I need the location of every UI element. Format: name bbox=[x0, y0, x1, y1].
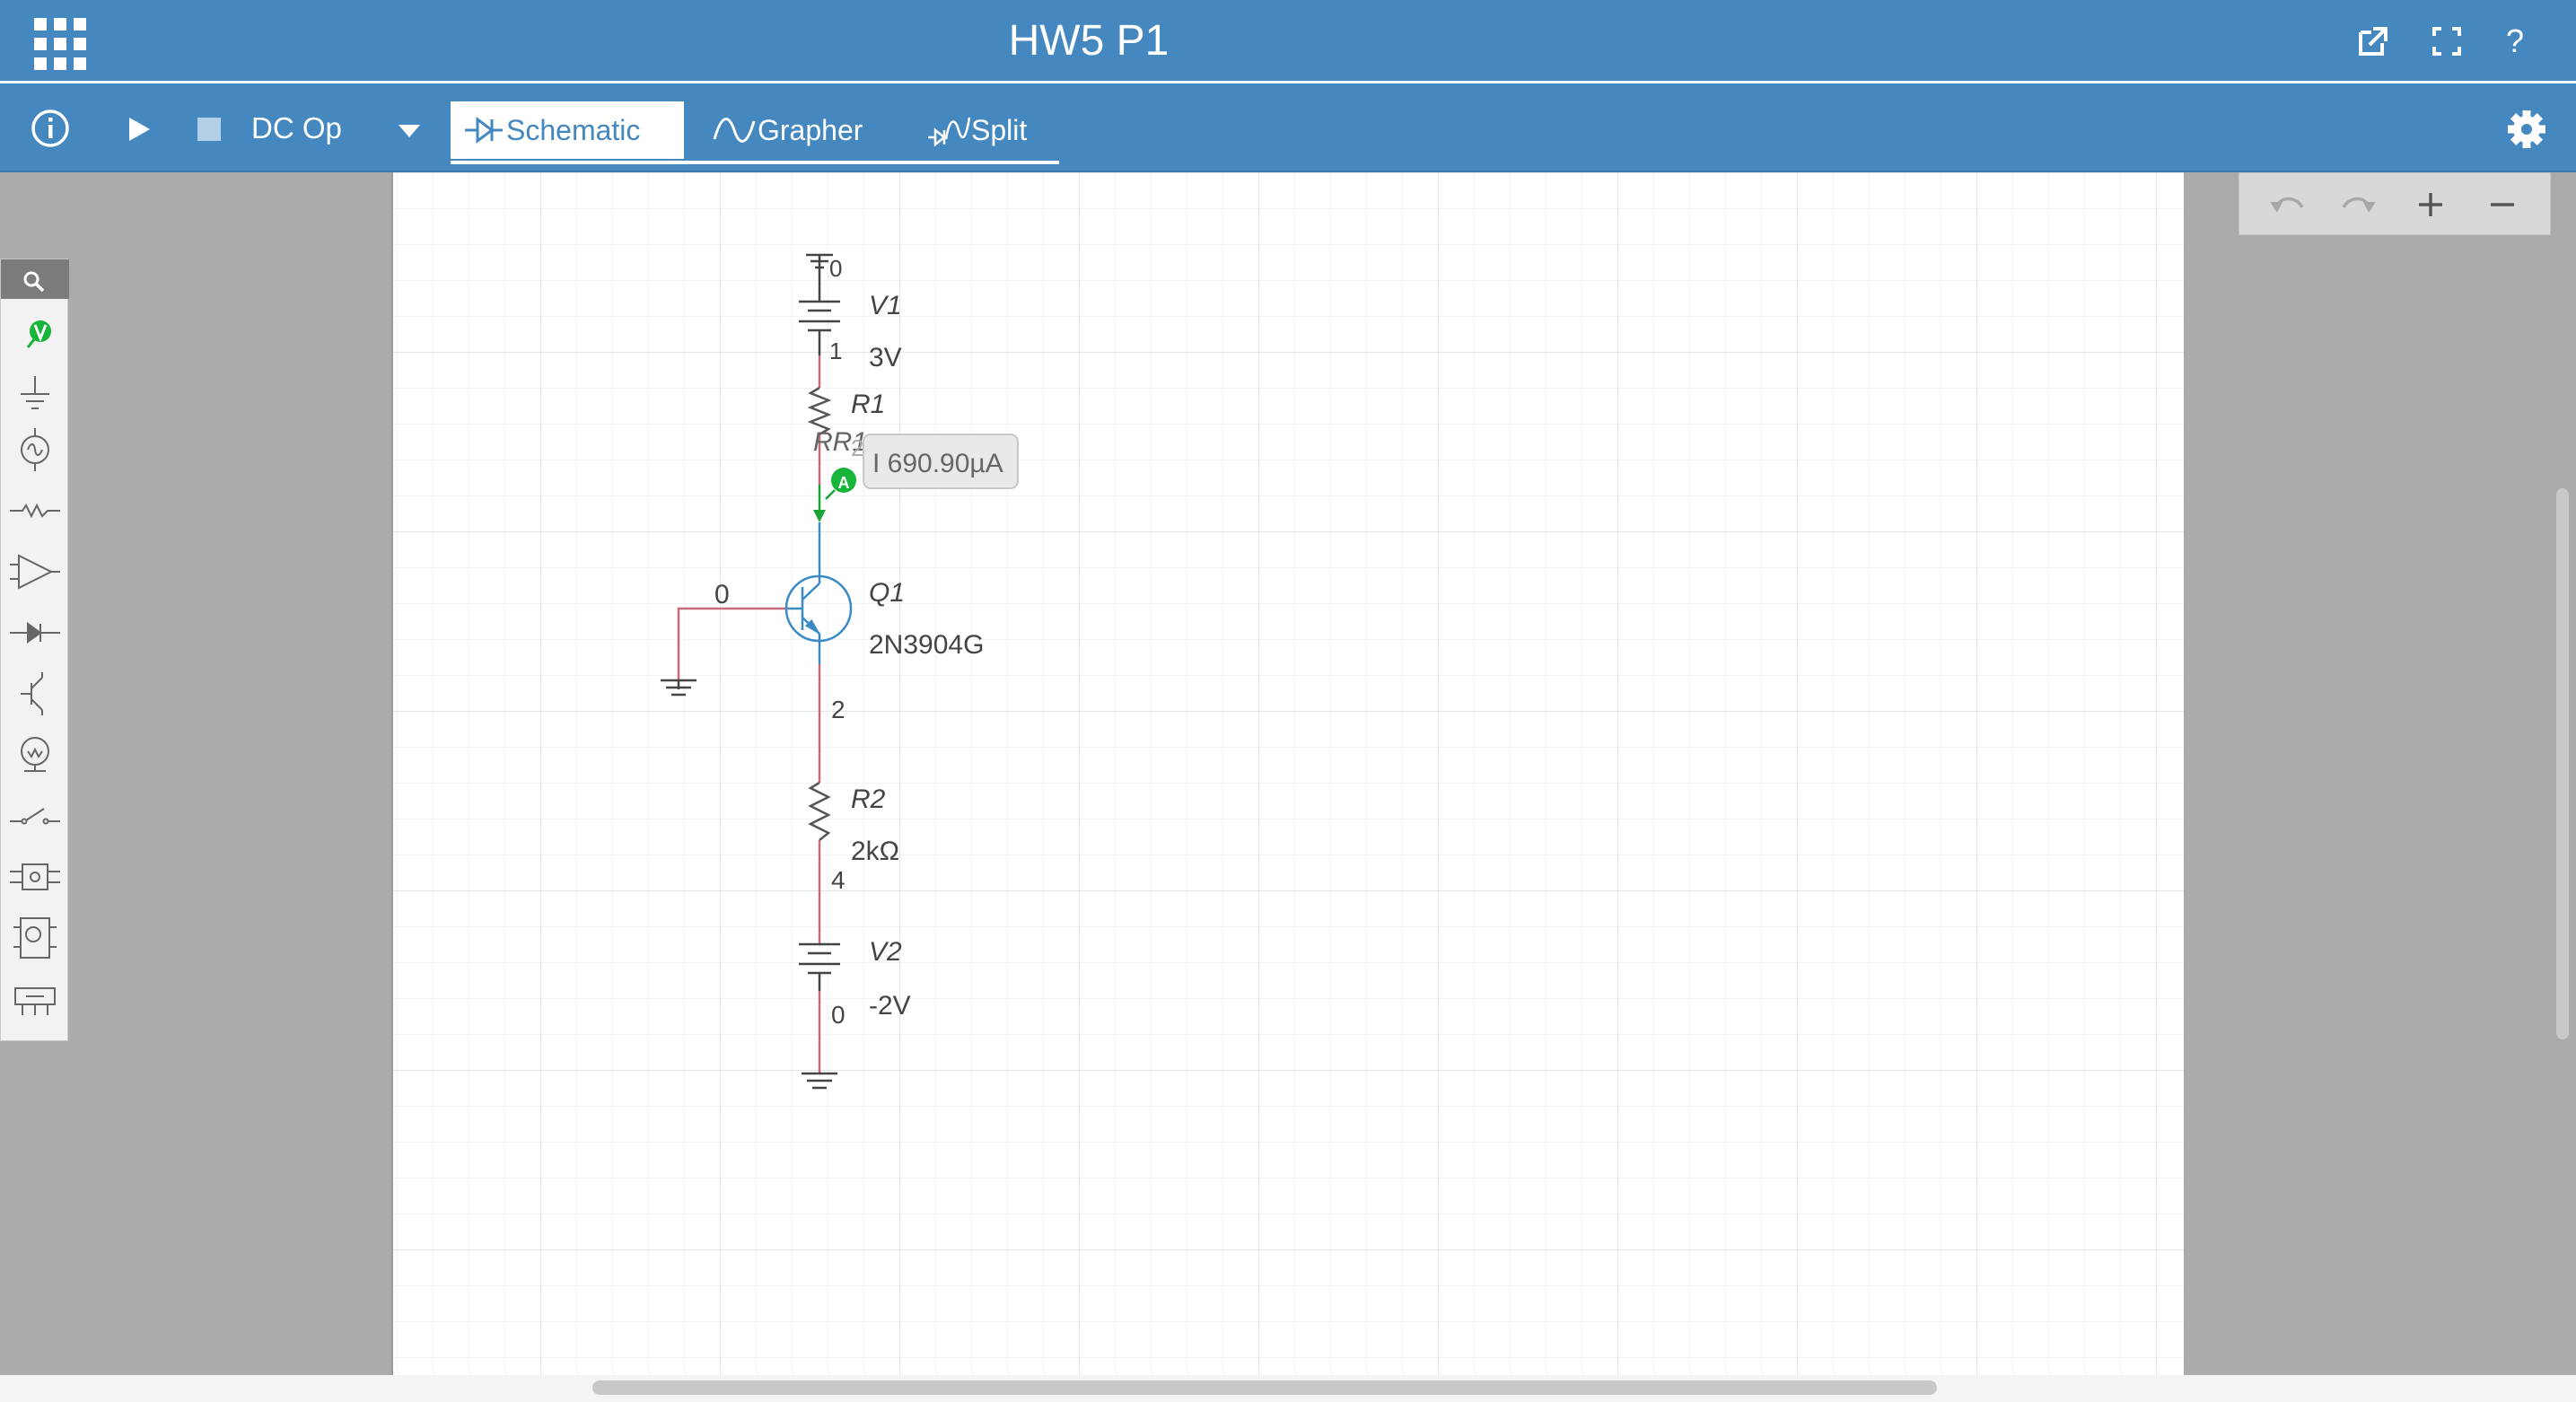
v2-label: V2 bbox=[869, 937, 902, 967]
horizontal-scrollbar[interactable] bbox=[592, 1380, 1937, 1395]
settings-gear-icon[interactable] bbox=[2506, 109, 2547, 150]
schematic-drawing: 0 V1 1 3V R1 RR1 2 A I 690.90µA 0 Q1 2N3… bbox=[661, 253, 1019, 1090]
r2-label: R2 bbox=[851, 784, 886, 814]
q1-emitter-node: 2 bbox=[831, 696, 846, 723]
base-wire[interactable] bbox=[677, 607, 788, 689]
probe-reading: I 690.90µA bbox=[872, 449, 1003, 478]
stop-icon[interactable] bbox=[197, 118, 221, 141]
tab-grapher[interactable]: Grapher bbox=[702, 101, 881, 159]
bottom-ground-symbol[interactable] bbox=[802, 1072, 837, 1090]
info-icon[interactable] bbox=[31, 109, 70, 148]
fullscreen-icon[interactable] bbox=[2427, 22, 2466, 61]
open-external-icon[interactable] bbox=[2353, 22, 2393, 61]
split-view-icon bbox=[928, 117, 971, 147]
switch-icon[interactable] bbox=[8, 793, 62, 839]
tab-label: Schematic bbox=[506, 113, 641, 146]
q1-label: Q1 bbox=[869, 578, 905, 608]
schematic-canvas[interactable]: 0 V1 1 3V R1 RR1 2 A I 690.90µA 0 Q1 2N3… bbox=[391, 172, 2184, 1375]
tab-label: Split bbox=[971, 113, 1028, 146]
r2-resistor[interactable] bbox=[808, 781, 831, 944]
ic-icon[interactable] bbox=[8, 915, 62, 961]
connector-icon[interactable] bbox=[8, 854, 62, 900]
resistor-icon[interactable] bbox=[8, 487, 62, 534]
instrument-icon[interactable] bbox=[8, 976, 62, 1022]
v2-node: 0 bbox=[831, 1001, 846, 1029]
zoom-controls bbox=[2239, 172, 2551, 235]
current-probe[interactable]: A bbox=[831, 468, 856, 493]
ground-icon[interactable] bbox=[8, 371, 62, 417]
analysis-type-select[interactable]: DC Op bbox=[251, 110, 342, 146]
probe-readout: I 690.90µA bbox=[863, 434, 1019, 489]
sine-wave-icon bbox=[713, 118, 756, 143]
v1-node-top: 0 bbox=[829, 255, 842, 282]
zoom-in-icon[interactable] bbox=[2408, 182, 2453, 227]
r2-node: 4 bbox=[831, 866, 846, 894]
tab-split[interactable]: Split bbox=[916, 101, 1059, 159]
q1-base-node: 0 bbox=[714, 580, 730, 609]
diode-icon[interactable] bbox=[8, 609, 62, 656]
v1-node-bottom: 1 bbox=[829, 337, 842, 364]
v1-value: 3V bbox=[869, 343, 902, 372]
voltage-probe-icon[interactable] bbox=[8, 315, 62, 362]
r1-node: 2 bbox=[851, 434, 863, 461]
tab-schematic[interactable]: Schematic bbox=[451, 101, 684, 159]
undo-icon[interactable] bbox=[2265, 182, 2309, 227]
help-icon[interactable]: ? bbox=[2495, 22, 2535, 61]
v1-label: V1 bbox=[869, 291, 902, 320]
tabs-underline bbox=[451, 161, 1059, 164]
workspace: 0 V1 1 3V R1 RR1 2 A I 690.90µA 0 Q1 2N3… bbox=[0, 172, 2576, 1375]
opamp-icon[interactable] bbox=[8, 548, 62, 595]
document-title: HW5 P1 bbox=[1008, 17, 1170, 65]
q1-model: 2N3904G bbox=[869, 630, 984, 660]
transistor-icon[interactable] bbox=[8, 670, 62, 717]
palette-search-button[interactable] bbox=[1, 259, 69, 299]
dropdown-arrow-icon[interactable] bbox=[397, 123, 422, 139]
probe-lead bbox=[825, 489, 836, 500]
r1-label: R1 bbox=[851, 390, 885, 419]
play-icon[interactable] bbox=[126, 116, 153, 143]
component-palette bbox=[0, 258, 69, 1041]
zoom-out-icon[interactable] bbox=[2480, 182, 2525, 227]
schematic-icon bbox=[465, 117, 503, 144]
ac-source-icon[interactable] bbox=[8, 426, 62, 473]
lamp-icon[interactable] bbox=[8, 732, 62, 778]
search-icon bbox=[23, 271, 45, 293]
toolbar: DC Op Schematic Grapher Split bbox=[0, 83, 2576, 172]
tab-label: Grapher bbox=[758, 113, 863, 146]
vertical-scrollbar[interactable] bbox=[2556, 488, 2569, 1039]
title-bar: HW5 P1 ? bbox=[0, 0, 2576, 83]
v2-value: -2V bbox=[869, 991, 911, 1021]
q1-transistor[interactable] bbox=[784, 556, 853, 664]
redo-icon[interactable] bbox=[2336, 182, 2381, 227]
r2-value: 2kΩ bbox=[851, 837, 899, 866]
probe-badge: A bbox=[838, 474, 850, 492]
